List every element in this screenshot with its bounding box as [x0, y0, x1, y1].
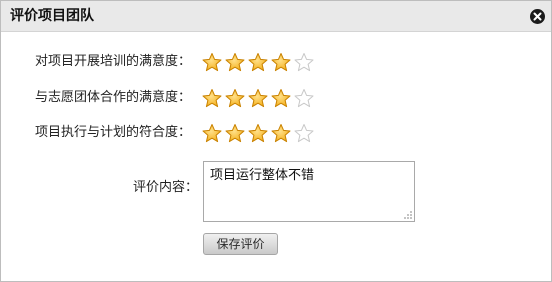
dialog-title: 评价项目团队 [10, 8, 94, 24]
rating-dialog: 评价项目团队 对项目开展培训的满意度： 与志愿团体合作的满意度： 项目执行与计划… [0, 0, 552, 282]
rating-label-cooperation: 与志愿团体合作的满意度： [35, 90, 192, 105]
close-icon[interactable] [530, 9, 545, 24]
star-rating-plan-conformity[interactable] [201, 123, 315, 143]
star-filled-icon[interactable] [247, 88, 269, 108]
star-empty-icon[interactable] [293, 52, 315, 72]
star-filled-icon[interactable] [270, 123, 292, 143]
comment-label: 评价内容： [133, 180, 199, 195]
star-rating-cooperation[interactable] [201, 88, 315, 108]
comment-textarea[interactable]: 项目运行整体不错 [203, 161, 415, 222]
dialog-titlebar: 评价项目团队 [1, 1, 551, 32]
star-filled-icon[interactable] [201, 123, 223, 143]
star-empty-icon[interactable] [293, 123, 315, 143]
resize-grip-icon[interactable] [403, 210, 413, 220]
star-filled-icon[interactable] [270, 88, 292, 108]
star-filled-icon[interactable] [224, 52, 246, 72]
star-empty-icon[interactable] [293, 88, 315, 108]
rating-label-training: 对项目开展培训的满意度： [35, 54, 192, 69]
rating-label-plan-conformity: 项目执行与计划的符合度： [35, 125, 192, 140]
star-filled-icon[interactable] [224, 123, 246, 143]
save-review-button[interactable]: 保存评价 [203, 233, 278, 255]
star-filled-icon[interactable] [224, 88, 246, 108]
star-filled-icon[interactable] [270, 52, 292, 72]
star-filled-icon[interactable] [201, 52, 223, 72]
star-filled-icon[interactable] [201, 88, 223, 108]
star-filled-icon[interactable] [247, 123, 269, 143]
star-rating-training[interactable] [201, 52, 315, 72]
star-filled-icon[interactable] [247, 52, 269, 72]
